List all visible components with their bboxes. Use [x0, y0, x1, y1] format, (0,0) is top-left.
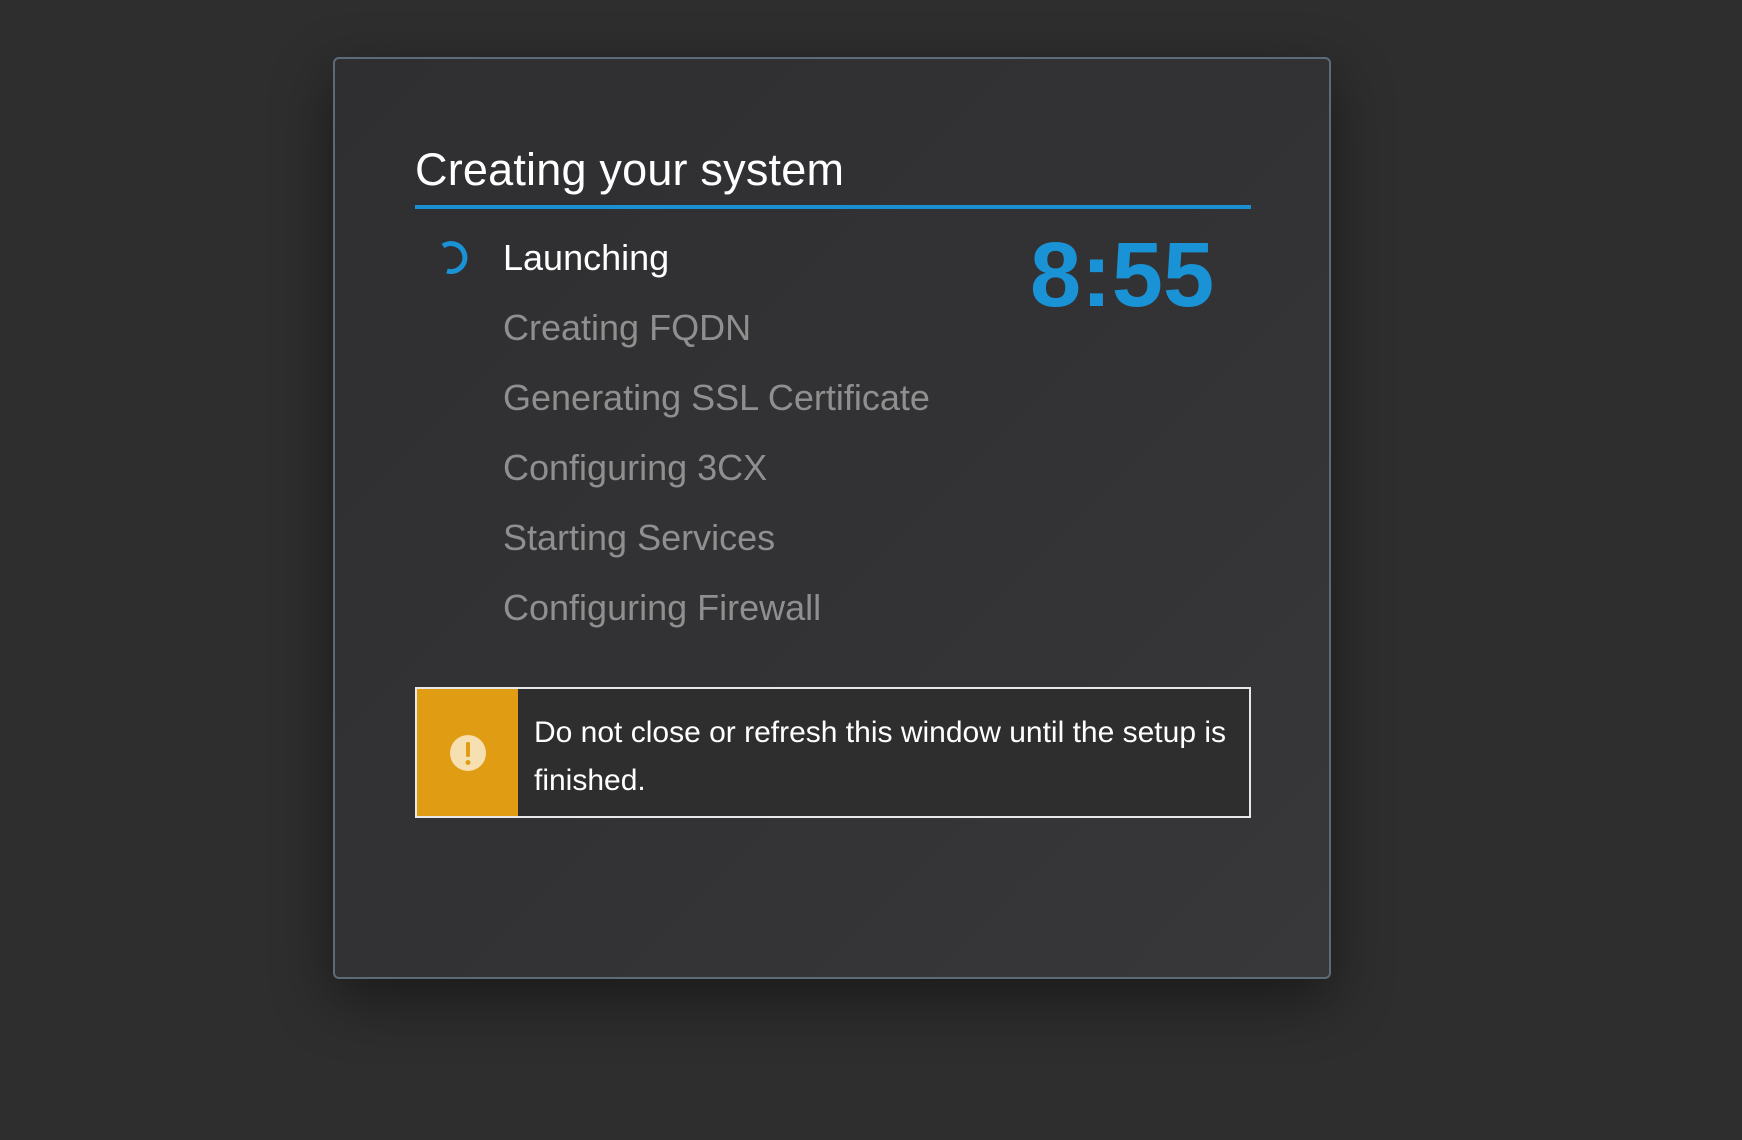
step-launching: Launching [415, 234, 1015, 304]
step-label: Creating FQDN [503, 307, 752, 348]
alert-message: Do not close or refresh this window unti… [534, 716, 1227, 797]
step-label: Launching [503, 237, 670, 278]
step-label: Configuring 3CX [503, 447, 768, 488]
alert-icon-strip [417, 689, 518, 816]
warning-alert: Do not close or refresh this window unti… [415, 687, 1251, 818]
title-underline [415, 205, 1251, 209]
setup-steps-list: Launching Creating FQDN Generating SSL C… [415, 234, 1015, 654]
loading-spinner-icon [441, 241, 468, 275]
exclamation-circle-icon [449, 734, 486, 771]
dialog-title: Creating your system [415, 144, 845, 195]
setup-dialog: Creating your system Launching Creating … [333, 57, 1331, 979]
step-label: Generating SSL Certificate [503, 377, 930, 418]
step-starting-services: Starting Services [415, 514, 1015, 584]
step-creating-fqdn: Creating FQDN [415, 304, 1015, 374]
step-label: Configuring Firewall [503, 587, 822, 628]
step-configuring-firewall: Configuring Firewall [415, 584, 1015, 654]
countdown-timer: 8:55 [1030, 224, 1215, 326]
step-generating-ssl: Generating SSL Certificate [415, 374, 1015, 444]
step-label: Starting Services [503, 517, 776, 558]
step-configuring-3cx: Configuring 3CX [415, 444, 1015, 514]
